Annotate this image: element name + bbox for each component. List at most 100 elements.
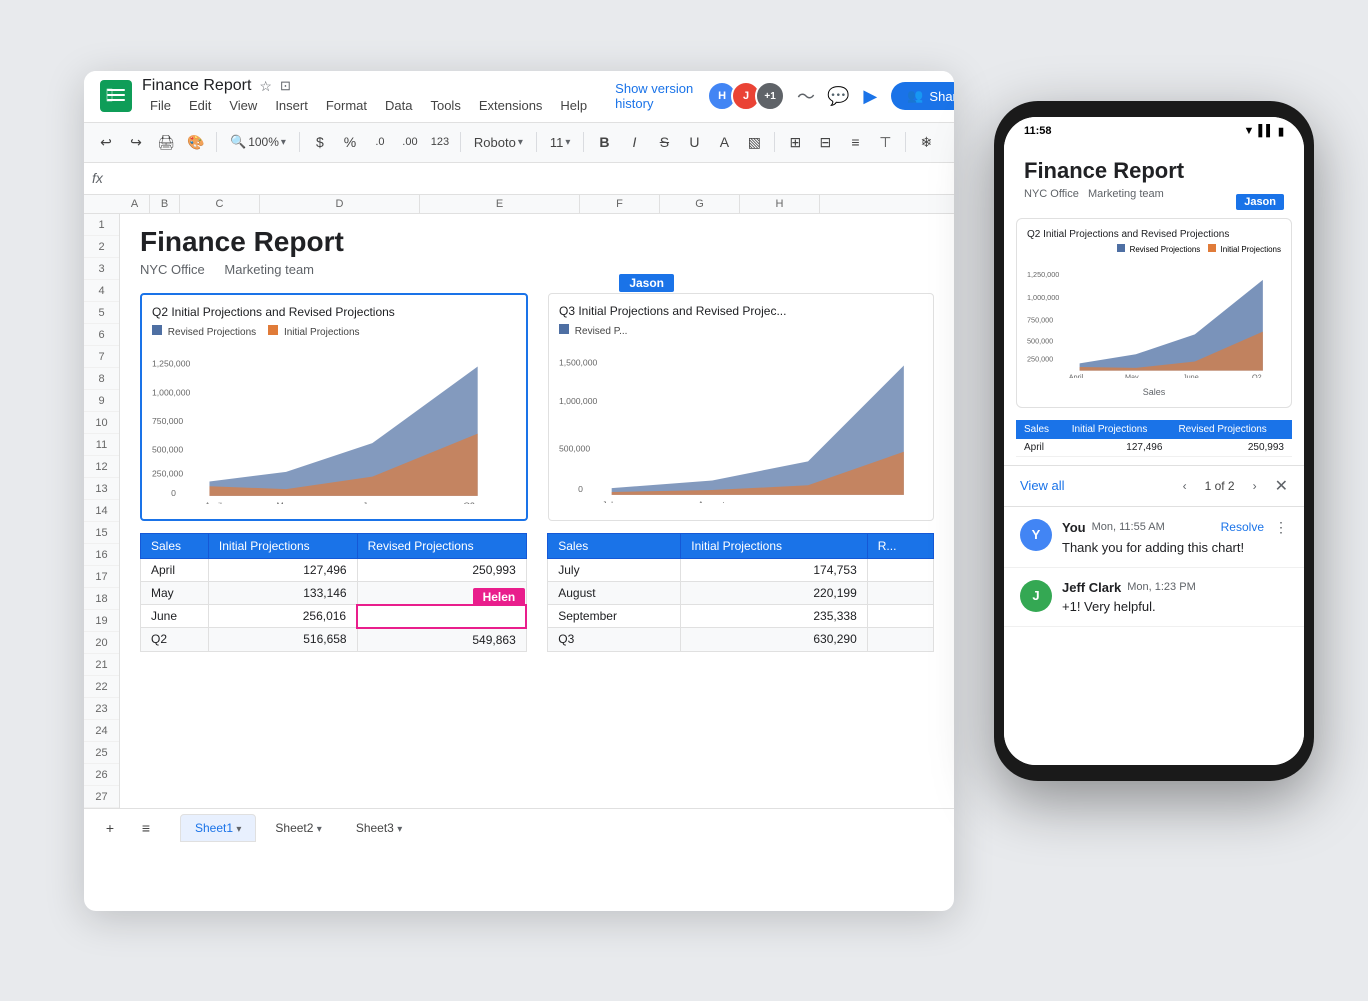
phone-april-label: April <box>1016 439 1064 457</box>
decimal-inc-button[interactable]: .00 <box>396 128 424 156</box>
title-bar: Finance Report ☆ ⊡ File Edit View Insert… <box>84 71 954 123</box>
more-options-button[interactable]: ⋮ <box>1274 519 1288 536</box>
q3-total-revised <box>867 628 933 651</box>
q3-th-revised: R... <box>867 533 933 558</box>
row-14: 14 <box>84 500 119 522</box>
menu-format[interactable]: Format <box>318 96 375 115</box>
row-3: 3 <box>84 258 119 280</box>
q3-aug-revised <box>867 581 933 604</box>
comment-header-you: You Mon, 11:55 AM Resolve ⋮ <box>1062 519 1288 536</box>
phone-wrapper: 11:58 ▼ ▌▌ ▮ Finance Report NYC Office <box>994 101 1314 781</box>
star-icon[interactable]: ☆ <box>259 78 272 95</box>
strikethrough-button[interactable]: S <box>650 128 678 156</box>
phone-chart-legend: Revised Projections Initial Projections <box>1027 244 1281 254</box>
q2-data-table: Sales Initial Projections Revised Projec… <box>140 533 527 652</box>
q3-chart-svg: 1,500,000 1,000,000 500,000 0 July Augus… <box>559 343 923 503</box>
row-numbers: 1 2 3 4 5 6 7 8 9 10 11 12 13 14 15 16 1… <box>84 214 120 808</box>
q3-chart-title: Q3 Initial Projections and Revised Proje… <box>559 304 923 318</box>
q2-may-label: May <box>141 581 209 605</box>
phone-screen: 11:58 ▼ ▌▌ ▮ Finance Report NYC Office <box>1004 117 1304 765</box>
q3-total-label: Q3 <box>548 628 681 651</box>
toolbar-separator-3 <box>460 132 461 152</box>
sheet2-dropdown-arrow: ▾ <box>317 824 322 835</box>
title-info: Finance Report ☆ ⊡ File Edit View Insert… <box>142 77 595 115</box>
merge-button[interactable]: ⊟ <box>811 128 839 156</box>
border-button[interactable]: ⊞ <box>781 128 809 156</box>
menu-help[interactable]: Help <box>552 96 595 115</box>
bold-button[interactable]: B <box>590 128 618 156</box>
decimal-dec-button[interactable]: .0 <box>366 128 394 156</box>
charts-row: Q2 Initial Projections and Revised Proje… <box>140 293 934 521</box>
q2-june-revised[interactable]: Helen <box>357 605 526 628</box>
activity-icon[interactable]: 〜 <box>795 80 817 112</box>
fontsize-dropdown-arrow: ▾ <box>565 137 570 148</box>
folder-icon[interactable]: ⊡ <box>280 78 291 94</box>
svg-text:750,000: 750,000 <box>152 416 183 426</box>
comment-icon[interactable]: 💬 <box>827 80 849 112</box>
prev-page-button[interactable]: ‹ <box>1173 474 1197 498</box>
menu-tools[interactable]: Tools <box>422 96 468 115</box>
col-d: D <box>260 195 420 213</box>
sheet3-dropdown-arrow: ▾ <box>397 824 402 835</box>
tab-sheet3[interactable]: Sheet3 ▾ <box>341 814 417 842</box>
phone-time: 11:58 <box>1024 125 1052 137</box>
cells-area[interactable]: Finance Report NYC Office Marketing team… <box>120 214 954 808</box>
menu-insert[interactable]: Insert <box>267 96 316 115</box>
menu-view[interactable]: View <box>221 96 265 115</box>
table-row: Q2 516,658 549,863 <box>141 628 527 652</box>
fill-color-button[interactable]: ▧ <box>740 128 768 156</box>
number-format-button[interactable]: 123 <box>426 128 454 156</box>
menu-file[interactable]: File <box>142 96 179 115</box>
currency-button[interactable]: $ <box>306 128 334 156</box>
close-pagination-button[interactable]: ✕ <box>1275 476 1288 496</box>
view-all-link[interactable]: View all <box>1020 478 1065 493</box>
sheets-list-button[interactable]: ≡ <box>132 814 160 842</box>
version-history-link[interactable]: Show version history <box>615 81 697 111</box>
comment-text-jeff: +1! Very helpful. <box>1062 599 1288 614</box>
menu-edit[interactable]: Edit <box>181 96 219 115</box>
phone-content[interactable]: Finance Report NYC Office Marketing team… <box>1004 142 1304 765</box>
phone-title: Finance Report <box>1024 158 1284 184</box>
font-dropdown[interactable]: Roboto ▾ <box>467 132 530 153</box>
svg-text:1,500,000: 1,500,000 <box>559 357 598 367</box>
page-indicator: 1 of 2 <box>1205 479 1235 493</box>
freeze-button[interactable]: ❄ <box>912 128 940 156</box>
svg-text:1,250,000: 1,250,000 <box>152 358 191 368</box>
italic-button[interactable]: I <box>620 128 648 156</box>
formula-fx-icon: fx <box>92 170 103 186</box>
valign-button[interactable]: ⊤ <box>871 128 899 156</box>
tab-sheet1[interactable]: Sheet1 ▾ <box>180 814 256 842</box>
underline-button[interactable]: U <box>680 128 708 156</box>
align-button[interactable]: ≡ <box>841 128 869 156</box>
phone-april-revised: 250,993 <box>1170 439 1292 457</box>
paint-format-button[interactable]: 🎨 <box>182 128 210 156</box>
phone-data-table: Sales Initial Projections Revised Projec… <box>1016 420 1292 457</box>
add-sheet-button[interactable]: + <box>96 814 124 842</box>
menu-extensions[interactable]: Extensions <box>471 96 551 115</box>
zoom-dropdown-arrow: ▾ <box>281 137 286 148</box>
next-page-button[interactable]: › <box>1243 474 1267 498</box>
svg-text:1,250,000: 1,250,000 <box>1027 270 1059 279</box>
zoom-dropdown[interactable]: 🔍 100% ▾ <box>223 131 293 153</box>
q2-april-label: April <box>141 558 209 581</box>
svg-text:750,000: 750,000 <box>1027 315 1053 324</box>
text-color-button[interactable]: A <box>710 128 738 156</box>
q2-th-revised: Revised Projections <box>357 533 526 558</box>
row-27: 27 <box>84 786 119 808</box>
share-button[interactable]: 👥 Share <box>891 82 954 110</box>
undo-button[interactable]: ↩ <box>92 128 120 156</box>
phone-status-bar: 11:58 ▼ ▌▌ ▮ <box>1004 117 1304 142</box>
helen-cursor-tag: Helen <box>473 588 526 606</box>
redo-button[interactable]: ↪ <box>122 128 150 156</box>
meet-icon[interactable]: ▶ <box>859 80 881 112</box>
print-button[interactable]: 🖨 <box>152 128 180 156</box>
row-9: 9 <box>84 390 119 412</box>
svg-text:April: April <box>1069 372 1084 377</box>
resolve-button[interactable]: Resolve <box>1221 520 1264 534</box>
row-4: 4 <box>84 280 119 302</box>
toolbar-separator-5 <box>583 132 584 152</box>
fontsize-dropdown[interactable]: 11 ▾ <box>543 132 578 153</box>
menu-data[interactable]: Data <box>377 96 420 115</box>
percent-button[interactable]: % <box>336 128 364 156</box>
tab-sheet2[interactable]: Sheet2 ▾ <box>260 814 336 842</box>
